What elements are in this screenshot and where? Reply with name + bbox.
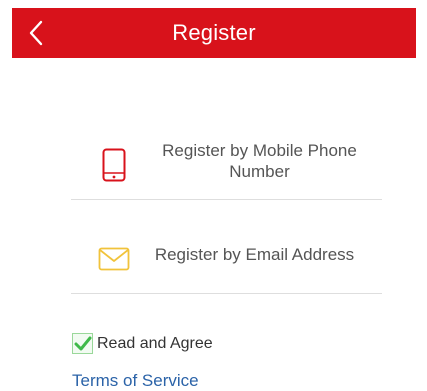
agreement-row: Read and Agree [72, 333, 213, 354]
back-button[interactable] [14, 8, 58, 58]
agree-checkbox[interactable] [72, 333, 93, 354]
chevron-left-icon [29, 20, 43, 46]
register-by-email-label: Register by Email Address [154, 245, 355, 264]
checkmark-icon [74, 336, 91, 350]
register-by-phone-label: Register by Mobile Phone Number [162, 140, 357, 181]
mobile-phone-icon [102, 148, 126, 181]
terms-of-service-link[interactable]: Terms of Service [72, 371, 199, 391]
page-title: Register [172, 20, 256, 45]
agree-label: Read and Agree [97, 334, 213, 352]
header-bar: Register [12, 8, 416, 58]
register-by-email-option[interactable]: Register by Email Address [71, 224, 382, 294]
envelope-icon [98, 247, 130, 270]
register-by-phone-option[interactable]: Register by Mobile Phone Number [71, 130, 382, 200]
